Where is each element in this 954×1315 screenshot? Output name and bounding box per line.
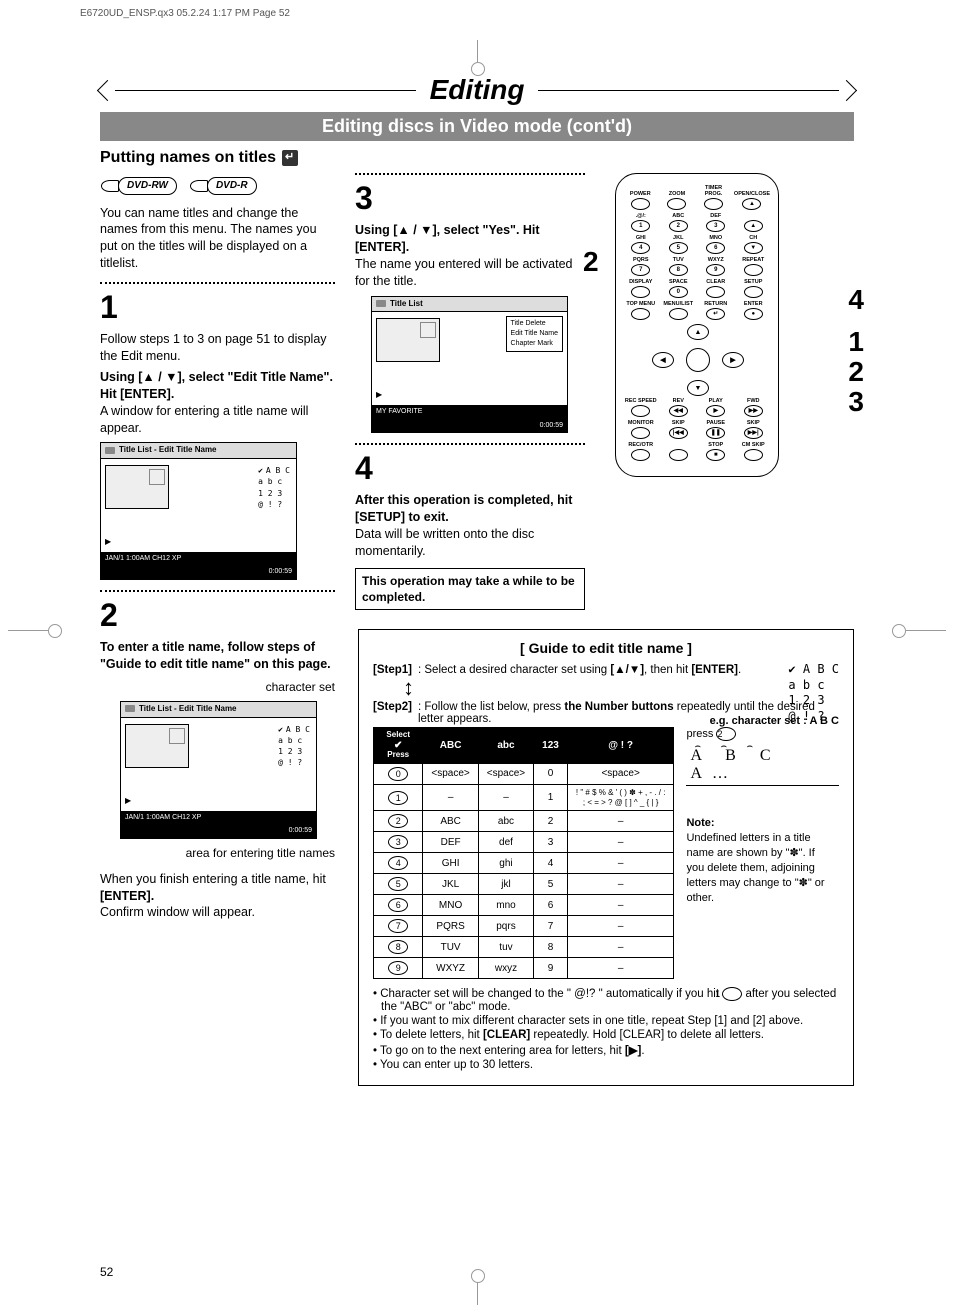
- step-2-number: 2: [100, 594, 335, 637]
- dotted-rule: [100, 282, 335, 284]
- guide-title: [ Guide to edit title name ]: [373, 640, 839, 656]
- guide-bullets: Character set will be changed to the " @…: [373, 987, 839, 1071]
- step1-text: Select a desired character set using [▲/…: [424, 664, 741, 676]
- section-title: Putting names on titles: [100, 149, 854, 167]
- step-3-desc: The name you entered will be activated f…: [355, 256, 585, 290]
- intro-text: You can name titles and change the names…: [100, 205, 335, 273]
- crop-mark-right: [906, 630, 946, 631]
- step-3-number: 3: [355, 177, 585, 220]
- disc-badges: DVD-RW DVD-R: [118, 177, 335, 195]
- charset-preview: A B C a b c 1 2 3 @ ! ?: [788, 662, 839, 724]
- screenshot-edit-title: Title List - Edit Title Name A B C a b c…: [100, 442, 297, 579]
- callout-2: 2: [583, 243, 599, 281]
- step2-label: [Step2]: [373, 701, 412, 725]
- dotted-rule: [355, 443, 585, 445]
- nav-icon: [282, 150, 298, 166]
- step-1-action: Using [▲ / ▼], select "Edit Title Name".…: [100, 369, 335, 403]
- character-set-label: character set: [100, 679, 335, 695]
- character-table: Select ✔Press ABC abc 123 @ ! ? 0<space>…: [373, 727, 674, 979]
- crop-mark-bottom: [477, 1283, 478, 1305]
- crop-mark-left: [8, 630, 48, 631]
- entry-area-label: area for entering title names: [100, 845, 335, 861]
- remote-control: POWERZOOMTIMER PROG.OPEN/CLOSE▲.@/:1ABC2…: [615, 173, 779, 477]
- step-4-number: 4: [355, 447, 585, 490]
- guide-note: Note: Undefined letters in a title name …: [686, 816, 826, 905]
- step1-label: [Step1]: [373, 664, 412, 676]
- guide-box: [ Guide to edit title name ] [Step1] : S…: [358, 629, 854, 1086]
- chapter-title: Editing: [416, 74, 539, 106]
- finish-text: When you finish entering a title name, h…: [100, 871, 335, 922]
- step-4-desc: Data will be written onto the disc momen…: [355, 526, 585, 560]
- step-1-desc: A window for entering a title name will …: [100, 403, 335, 437]
- callout-3: 3: [848, 383, 864, 421]
- step-1-number: 1: [100, 286, 335, 329]
- screenshot-edit-title-2: Title List - Edit Title Name A B C a b c…: [120, 701, 317, 838]
- step-1-text: Follow steps 1 to 3 on page 51 to displa…: [100, 331, 335, 365]
- dotted-rule: [100, 590, 335, 592]
- step-3-action: Using [▲ / ▼], select "Yes". Hit [ENTER]…: [355, 222, 585, 256]
- crop-mark-top: [477, 40, 478, 62]
- dotted-rule: [355, 173, 585, 175]
- warning-note: This operation may take a while to be co…: [355, 568, 585, 610]
- callout-4: 4: [848, 281, 864, 319]
- page-number: 52: [100, 1265, 113, 1279]
- screenshot-title-list: Title List Title Delete Edit Title Name …: [371, 296, 568, 433]
- press-example: press 2 ⌢⌢⌢ A B C A…: [686, 727, 839, 786]
- chapter-rule: Editing: [100, 74, 854, 106]
- sub-heading-bar: Editing discs in Video mode (cont'd): [100, 112, 854, 141]
- updown-arrow-icon: ↕: [403, 680, 839, 695]
- step-2-text: To enter a title name, follow steps of "…: [100, 639, 335, 673]
- step-4-action: After this operation is completed, hit […: [355, 492, 585, 526]
- print-header: E6720UD_ENSP.qx3 05.2.24 1:17 PM Page 52: [80, 8, 290, 19]
